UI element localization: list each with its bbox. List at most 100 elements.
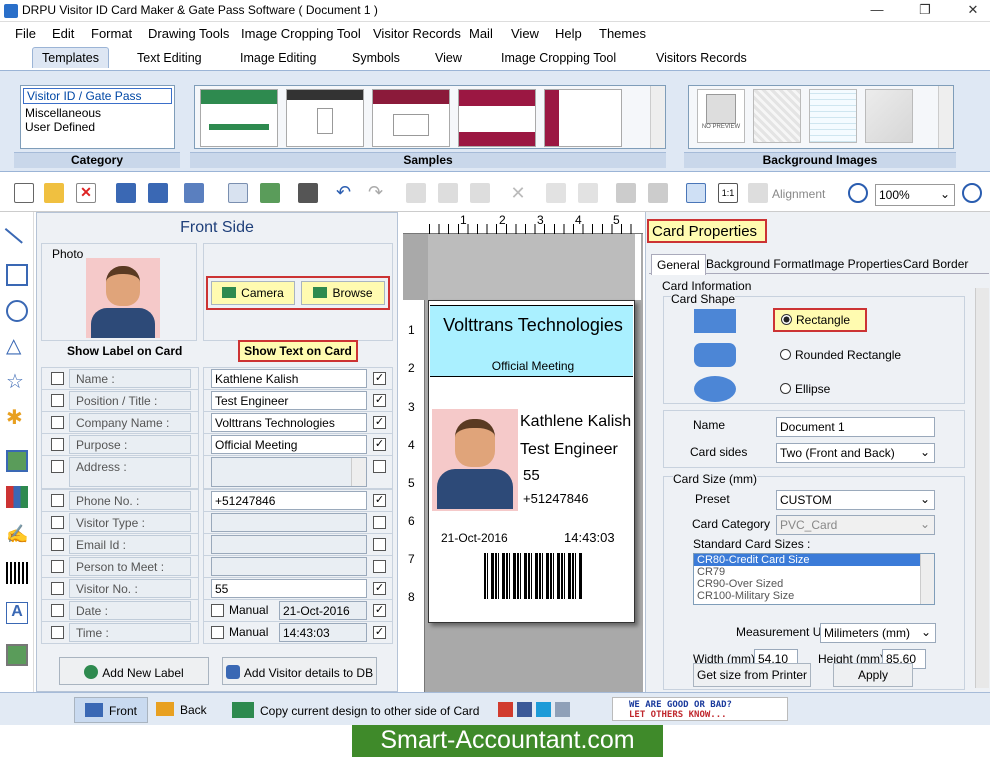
- paste-icon[interactable]: [470, 183, 490, 203]
- category-list[interactable]: Visitor ID / Gate Pass Miscellaneous Use…: [20, 85, 175, 149]
- menu-themes[interactable]: Themes: [599, 26, 646, 41]
- actual-size-icon[interactable]: 1:1: [718, 183, 738, 203]
- rectangle-shape-icon[interactable]: [694, 309, 736, 333]
- sample-thumb[interactable]: [544, 89, 622, 147]
- address-scrollbar[interactable]: [351, 458, 366, 486]
- show-label-checkbox[interactable]: [51, 560, 64, 573]
- alignment-icon[interactable]: [748, 183, 768, 203]
- open-icon[interactable]: [44, 183, 64, 203]
- text-tool-icon[interactable]: A: [6, 602, 28, 624]
- card-category-select[interactable]: PVC_Card ⌄: [776, 515, 935, 535]
- show-label-checkbox[interactable]: [51, 416, 64, 429]
- sample-thumb[interactable]: [458, 89, 536, 147]
- manual-checkbox[interactable]: [211, 626, 224, 639]
- show-text-checkbox[interactable]: ✓: [373, 372, 386, 385]
- field-value-input[interactable]: [211, 513, 367, 532]
- camera-button[interactable]: Camera: [211, 281, 295, 305]
- menu-visitor-records[interactable]: Visitor Records: [373, 26, 461, 41]
- delete-icon[interactable]: ✕: [508, 183, 528, 203]
- tab-templates[interactable]: Templates: [32, 47, 109, 68]
- triangle-tool-icon[interactable]: △: [6, 336, 28, 358]
- fit-icon[interactable]: [686, 183, 706, 203]
- size-item[interactable]: CR100-Military Size: [694, 590, 934, 602]
- like-icon[interactable]: [555, 702, 570, 717]
- get-size-button[interactable]: Get size from Printer: [693, 663, 811, 687]
- rounded-rectangle-shape-icon[interactable]: [694, 343, 736, 367]
- date-input[interactable]: 21-Oct-2016: [279, 601, 367, 620]
- bring-front-icon[interactable]: [546, 183, 566, 203]
- minimize-button[interactable]: —: [854, 0, 900, 22]
- maximize-button[interactable]: ❐: [902, 0, 948, 22]
- tab-image-cropping[interactable]: Image Cropping Tool: [501, 51, 616, 65]
- back-button[interactable]: Back: [156, 702, 207, 717]
- standard-sizes-list[interactable]: CR80-Credit Card Size CR79 CR90-Over Siz…: [693, 553, 935, 605]
- field-label[interactable]: Name :: [69, 369, 191, 388]
- show-label-checkbox[interactable]: [51, 372, 64, 385]
- card-company[interactable]: Volttrans Technologies: [433, 315, 633, 336]
- show-text-checkbox[interactable]: ✓: [373, 494, 386, 507]
- menu-mail[interactable]: Mail: [469, 26, 493, 41]
- google-plus-icon[interactable]: [498, 702, 513, 717]
- copy-icon[interactable]: [438, 183, 458, 203]
- show-label-checkbox[interactable]: [51, 516, 64, 529]
- field-label[interactable]: Visitor No. :: [69, 579, 191, 598]
- category-item-user-defined[interactable]: User Defined: [21, 120, 174, 134]
- show-label-checkbox[interactable]: [51, 394, 64, 407]
- bg-scrollbar[interactable]: [938, 86, 953, 148]
- field-label[interactable]: Company Name :: [69, 413, 191, 432]
- visitor-photo[interactable]: [86, 258, 160, 338]
- tab-card-border[interactable]: Card Border: [898, 254, 973, 274]
- menu-drawing-tools[interactable]: Drawing Tools: [148, 26, 229, 41]
- star-tool-icon[interactable]: ☆: [6, 372, 28, 394]
- field-label[interactable]: Position / Title :: [69, 391, 191, 410]
- show-text-checkbox[interactable]: [373, 516, 386, 529]
- sample-thumb[interactable]: [200, 89, 278, 147]
- show-label-checkbox[interactable]: [51, 582, 64, 595]
- card-time[interactable]: 14:43:03: [564, 530, 615, 545]
- properties-scrollbar[interactable]: [975, 288, 989, 688]
- field-value-input[interactable]: [211, 557, 367, 576]
- show-text-checkbox[interactable]: ✓: [373, 604, 386, 617]
- show-label-checkbox[interactable]: [51, 626, 64, 639]
- card-barcode[interactable]: [484, 553, 582, 599]
- card-name-input[interactable]: Document 1: [776, 417, 935, 437]
- ellipse-shape-icon[interactable]: [694, 376, 736, 402]
- cut-icon[interactable]: [406, 183, 426, 203]
- field-label[interactable]: Date :: [69, 601, 191, 620]
- tab-visitors-records[interactable]: Visitors Records: [656, 51, 747, 65]
- bg-thumb[interactable]: [809, 89, 857, 143]
- redo-icon[interactable]: ↷: [368, 183, 388, 203]
- copy-design-button[interactable]: Copy current design to other side of Car…: [232, 702, 479, 718]
- size-item-selected[interactable]: CR80-Credit Card Size: [694, 554, 934, 566]
- id-card-preview[interactable]: Volttrans Technologies Official Meeting …: [428, 300, 635, 623]
- print-icon[interactable]: [298, 183, 318, 203]
- image-icon[interactable]: [260, 183, 280, 203]
- feedback-banner[interactable]: WE ARE GOOD OR BAD? LET OTHERS KNOW...: [612, 697, 788, 721]
- field-label[interactable]: Purpose :: [69, 435, 191, 454]
- tab-background-format[interactable]: Background Format: [701, 254, 816, 274]
- close-doc-icon[interactable]: ✕: [76, 183, 96, 203]
- show-label-checkbox[interactable]: [51, 494, 64, 507]
- card-purpose[interactable]: Official Meeting: [433, 359, 633, 373]
- rectangle-tool-icon[interactable]: [6, 264, 28, 286]
- menu-format[interactable]: Format: [91, 26, 132, 41]
- sample-thumb[interactable]: [286, 89, 364, 147]
- browse-button[interactable]: Browse: [301, 281, 385, 305]
- show-label-checkbox[interactable]: [51, 438, 64, 451]
- field-label[interactable]: Email Id :: [69, 535, 191, 554]
- show-text-checkbox[interactable]: [373, 560, 386, 573]
- show-text-checkbox[interactable]: ✓: [373, 626, 386, 639]
- export-icon[interactable]: [184, 183, 204, 203]
- time-input[interactable]: 14:43:03: [279, 623, 367, 642]
- category-item-misc[interactable]: Miscellaneous: [21, 106, 174, 120]
- barcode-tool-icon[interactable]: [6, 562, 28, 584]
- menu-image-cropping[interactable]: Image Cropping Tool: [241, 26, 361, 41]
- tab-symbols[interactable]: Symbols: [352, 51, 400, 65]
- field-value-input[interactable]: [211, 535, 367, 554]
- field-label[interactable]: Phone No. :: [69, 491, 191, 510]
- bg-thumb[interactable]: [753, 89, 801, 143]
- card-sides-select[interactable]: Two (Front and Back) ⌄: [776, 443, 935, 463]
- show-text-checkbox[interactable]: [373, 538, 386, 551]
- tab-view[interactable]: View: [435, 51, 462, 65]
- size-item[interactable]: CR79: [694, 566, 934, 578]
